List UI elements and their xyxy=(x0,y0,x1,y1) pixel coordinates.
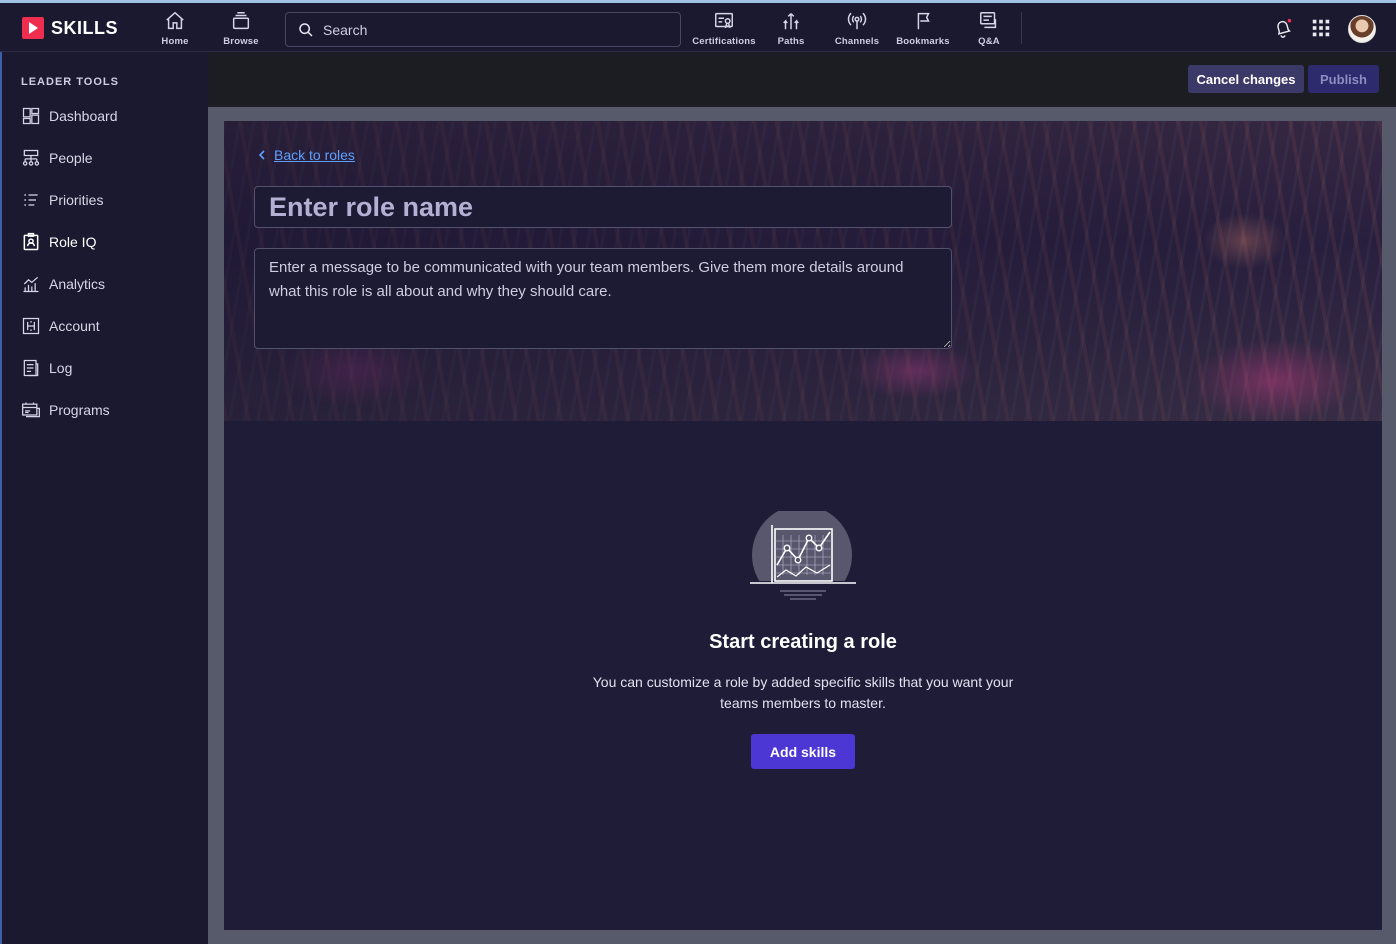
skills-logo-mark-icon xyxy=(22,17,44,39)
sidebar-item-label: Dashboard xyxy=(49,108,118,124)
certifications-icon xyxy=(715,12,733,29)
cancel-changes-button[interactable]: Cancel changes xyxy=(1188,65,1304,93)
role-message-textarea[interactable] xyxy=(254,248,952,349)
nav-browse[interactable]: Browse xyxy=(220,8,262,50)
log-icon xyxy=(23,359,39,377)
nav-paths-label: Paths xyxy=(777,36,805,47)
back-to-roles-link[interactable]: Back to roles xyxy=(258,147,355,163)
role-editor-panel: Back to roles Start creating a role You … xyxy=(224,121,1382,930)
search-input[interactable] xyxy=(323,21,653,38)
paths-icon xyxy=(783,13,799,30)
leader-tools-sidebar: LEADER TOOLS Dashboard People Priorities… xyxy=(0,52,208,944)
apps-grid-icon[interactable] xyxy=(1310,17,1332,39)
sidebar-item-label: People xyxy=(49,150,93,166)
sidebar-heading: LEADER TOOLS xyxy=(21,76,119,88)
sidebar-item-programs[interactable]: Programs xyxy=(2,390,208,430)
empty-state-title: Start creating a role xyxy=(709,631,897,653)
sidebar-item-dashboard[interactable]: Dashboard xyxy=(2,96,208,136)
nav-bookmarks-label: Bookmarks xyxy=(896,36,950,47)
programs-icon xyxy=(22,402,40,418)
home-icon xyxy=(166,11,184,30)
top-navigation-bar: SKILLS Home Browse Certifications Paths … xyxy=(0,0,1396,52)
sidebar-item-label: Priorities xyxy=(49,192,104,208)
bookmarks-icon xyxy=(917,12,930,30)
sidebar-item-label: Account xyxy=(49,318,100,334)
logo-text: SKILLS xyxy=(51,17,119,38)
hero-banner: Back to roles xyxy=(224,121,1382,421)
add-skills-button[interactable]: Add skills xyxy=(751,734,855,769)
back-to-roles-label: Back to roles xyxy=(274,147,355,163)
browse-icon xyxy=(232,12,250,30)
sidebar-item-label: Role IQ xyxy=(49,234,97,250)
priorities-icon xyxy=(24,194,38,206)
role-iq-icon xyxy=(23,232,39,251)
nav-channels[interactable]: Channels xyxy=(832,8,882,50)
publish-button[interactable]: Publish xyxy=(1308,65,1379,93)
sidebar-item-log[interactable]: Log xyxy=(2,348,208,388)
nav-browse-label: Browse xyxy=(223,36,259,47)
sidebar-item-label: Programs xyxy=(49,402,110,418)
account-icon xyxy=(22,317,40,335)
user-avatar[interactable] xyxy=(1348,15,1376,43)
analytics-icon xyxy=(23,276,39,293)
sidebar-item-people[interactable]: People xyxy=(2,138,208,178)
channels-icon xyxy=(847,12,867,30)
search-icon xyxy=(299,22,313,37)
people-icon xyxy=(22,149,40,166)
nav-home[interactable]: Home xyxy=(158,8,192,50)
sidebar-item-priorities[interactable]: Priorities xyxy=(2,180,208,220)
qa-icon xyxy=(980,12,997,29)
nav-home-label: Home xyxy=(161,36,189,47)
nav-qa[interactable]: Q&A xyxy=(972,8,1006,50)
chart-board-icon xyxy=(750,511,856,603)
nav-certifications[interactable]: Certifications xyxy=(690,8,758,50)
sidebar-item-analytics[interactable]: Analytics xyxy=(2,264,208,304)
nav-qa-label: Q&A xyxy=(978,36,1000,47)
sidebar-item-label: Log xyxy=(49,360,73,376)
chevron-left-icon xyxy=(258,150,265,160)
sidebar-item-role-iq[interactable]: Role IQ xyxy=(2,222,208,262)
search-box[interactable] xyxy=(285,12,681,47)
nav-paths[interactable]: Paths xyxy=(774,8,808,50)
nav-bookmarks[interactable]: Bookmarks xyxy=(896,8,950,50)
role-name-input[interactable] xyxy=(254,186,952,228)
skills-logo[interactable]: SKILLS xyxy=(22,17,118,39)
sidebar-item-label: Analytics xyxy=(49,276,106,292)
dashboard-icon xyxy=(22,107,40,125)
notifications-icon[interactable] xyxy=(1272,17,1294,39)
empty-state-description: You can customize a role by added specif… xyxy=(592,674,1014,711)
nav-certifications-label: Certifications xyxy=(692,36,756,47)
top-nav-divider xyxy=(1021,12,1022,44)
nav-channels-label: Channels xyxy=(834,36,880,47)
sidebar-item-account[interactable]: Account xyxy=(2,306,208,346)
editor-action-bar: Cancel changes Publish xyxy=(208,52,1396,107)
